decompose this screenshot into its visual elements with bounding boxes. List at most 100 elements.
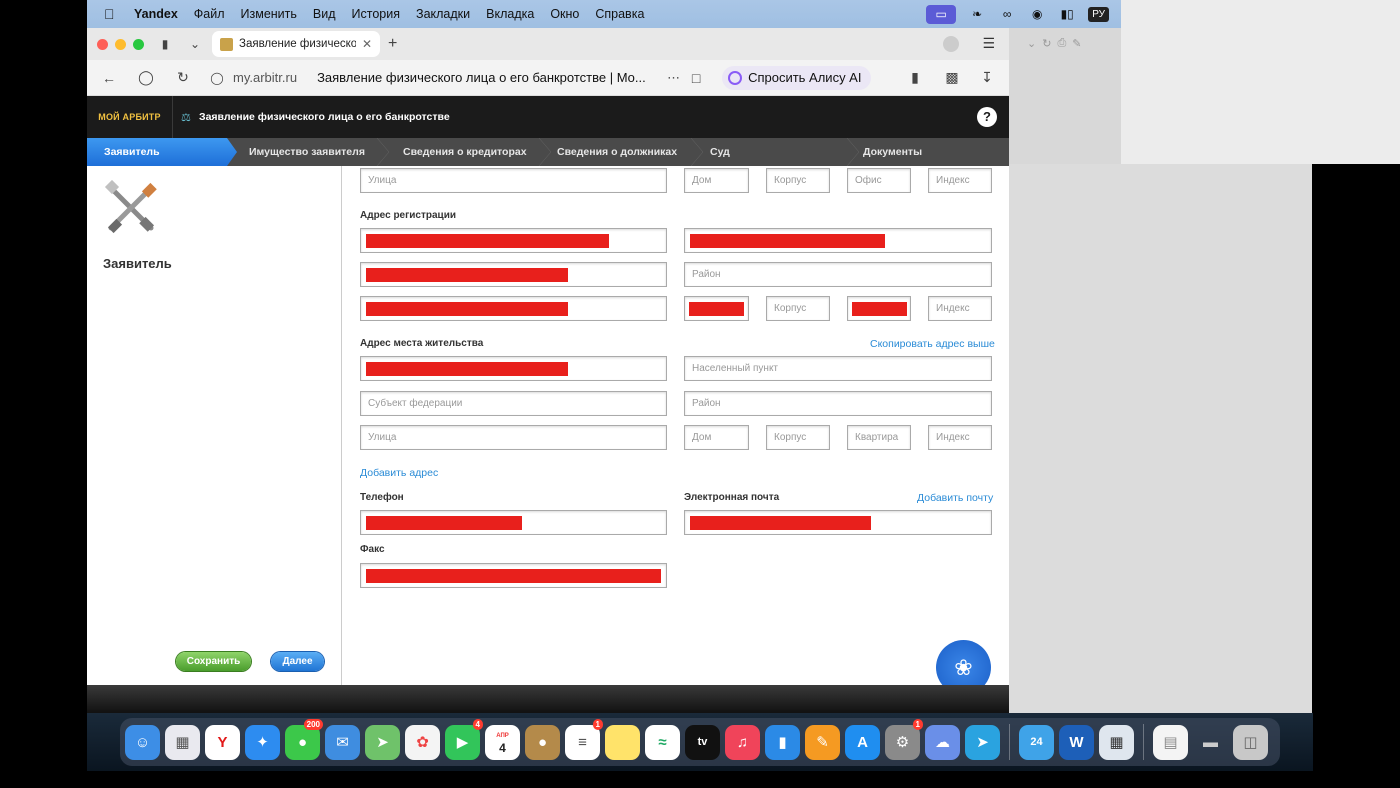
account-icon[interactable]: ◯ [136,69,156,86]
minimize-window-button[interactable] [115,38,126,50]
shield-icon[interactable]: ◯ [207,71,227,85]
registration-building-field[interactable]: Корпус [766,296,830,321]
more-dots-icon[interactable]: ⋯ [667,70,680,86]
app-store-icon[interactable]: A [845,724,880,760]
battery-saver-icon[interactable]: ▮ [905,69,925,86]
residence-apartment-field[interactable]: Квартира [847,425,911,450]
step-documents[interactable]: Документы [863,138,922,166]
maximize-window-button[interactable] [133,38,144,50]
step-court[interactable]: Суд [710,138,730,166]
add-email-link[interactable]: Добавить почту [917,492,993,504]
next-button[interactable]: Далее [271,652,324,671]
residence-subject-field[interactable]: Субъект федерации [360,391,667,416]
reload-icon[interactable]: ↻ [173,69,193,86]
apple-icon[interactable]:  [104,7,118,21]
messages-icon[interactable]: ● 200 [285,718,323,760]
yandex-browser-icon[interactable]: Y [205,724,240,760]
residence-building-field[interactable]: Корпус [766,425,830,450]
word-icon[interactable]: W [1059,724,1094,760]
chevron-down-icon[interactable]: ⌄ [186,37,204,51]
add-address-link[interactable]: Добавить адрес [360,467,438,479]
freeform-icon[interactable]: ≈ [645,724,680,760]
menu-edit[interactable]: Изменить [241,7,297,21]
step-applicant[interactable]: Заявитель [87,138,237,166]
profile-avatar-icon[interactable] [943,36,959,52]
residence-house-field[interactable]: Дом [684,425,749,450]
music-icon[interactable]: ♫ [725,724,760,760]
building-field[interactable]: Корпус [766,168,830,193]
finder-icon[interactable]: ☺ [125,724,160,760]
residence-country-field[interactable] [360,356,667,381]
active-tab[interactable]: Заявление физическо ✕ [212,31,380,57]
calendar-icon[interactable]: АПР 4 [485,724,520,760]
index-field[interactable]: Индекс [928,168,992,193]
translate-icon[interactable]: ▩ [942,69,962,86]
browser-menu-icon[interactable]: ☰ [982,35,995,52]
apple-tv-icon[interactable]: tv [685,724,720,760]
menu-window[interactable]: Окно [550,7,579,21]
ask-alice-button[interactable]: Спросить Алису AI [722,65,872,90]
calendar-24-icon[interactable]: 24 [1019,724,1054,760]
save-button[interactable]: Сохранить [176,652,251,671]
record-icon[interactable]: ◉ [1028,6,1046,22]
email-field[interactable] [684,510,992,535]
menu-tab[interactable]: Вкладка [486,7,534,21]
residence-index-field[interactable]: Индекс [928,425,992,450]
menu-app-name[interactable]: Yandex [134,7,178,21]
moy-arbitr-logo[interactable]: МОЙ АРБИТР [87,96,173,138]
maps-icon[interactable]: ➤ [365,724,400,760]
input-language-indicator[interactable]: РУ [1088,6,1109,22]
registration-street-field[interactable] [360,296,667,321]
registration-apartment-field[interactable] [847,296,911,321]
registration-locality-field[interactable] [684,228,992,253]
office-field[interactable]: Офис [847,168,911,193]
document-stack-icon[interactable]: ▤ [1153,724,1188,760]
registration-subject-field[interactable] [360,228,667,253]
menu-help[interactable]: Справка [595,7,644,21]
menu-file[interactable]: Файл [194,7,225,21]
sidebar-toggle-icon[interactable]: ▮ [156,37,174,51]
step-creditors[interactable]: Сведения о кредиторах [403,138,527,166]
trash-icon[interactable]: ◫ [1233,724,1268,760]
help-button[interactable]: ? [977,107,997,127]
gosuslugi-emblem-button[interactable]: ❀ [936,640,991,685]
system-settings-icon[interactable]: ⚙ 1 [885,718,923,760]
notes-icon[interactable] [605,724,640,760]
residence-district-field[interactable]: Район [684,391,992,416]
download-icon[interactable]: ↧ [977,69,997,86]
menu-view[interactable]: Вид [313,7,336,21]
registration-index-field[interactable]: Индекс [928,296,992,321]
safari-icon[interactable]: ✦ [245,724,280,760]
residence-locality-field[interactable]: Населенный пункт [684,356,992,381]
back-arrow-icon[interactable]: ← [99,70,119,86]
pages-icon[interactable]: ✎ [805,724,840,760]
step-property[interactable]: Имущество заявителя [249,138,365,166]
url-page-title[interactable]: Заявление физического лица о его банкрот… [317,70,647,85]
facetime-icon[interactable]: ▶ 4 [445,718,483,760]
fax-field[interactable] [360,563,667,588]
infinity-icon[interactable]: ∞ [998,6,1016,22]
street-field[interactable]: Улица [360,168,667,193]
downloads-stack-icon[interactable]: ▬ [1193,725,1228,760]
battery-icon[interactable]: ▮▯ [1058,6,1076,22]
telegram-icon[interactable]: ➤ [965,724,1000,760]
screen-mirroring-icon[interactable]: ▭ [926,4,957,24]
url-domain[interactable]: my.arbitr.ru [233,70,297,85]
reminders-icon[interactable]: ≡ 1 [565,718,603,760]
mail-icon[interactable]: ✉ [325,724,360,760]
menu-bookmarks[interactable]: Закладки [416,7,470,21]
photos-icon[interactable]: ✿ [405,724,440,760]
registration-city-field[interactable] [360,262,667,287]
bookmark-icon[interactable]: □ [686,70,706,86]
new-tab-button[interactable]: + [388,35,397,53]
step-debtors[interactable]: Сведения о должниках [557,138,677,166]
preview-icon[interactable]: ☁ [925,724,960,760]
leaf-icon[interactable]: ❧ [968,6,986,22]
copy-address-link[interactable]: Скопировать адрес выше [870,338,995,350]
phone-field[interactable] [360,510,667,535]
screenshot-app-icon[interactable]: ▦ [1099,724,1134,760]
house-field[interactable]: Дом [684,168,749,193]
registration-house-field[interactable] [684,296,749,321]
contacts-icon[interactable]: ● [525,724,560,760]
menu-history[interactable]: История [352,7,400,21]
